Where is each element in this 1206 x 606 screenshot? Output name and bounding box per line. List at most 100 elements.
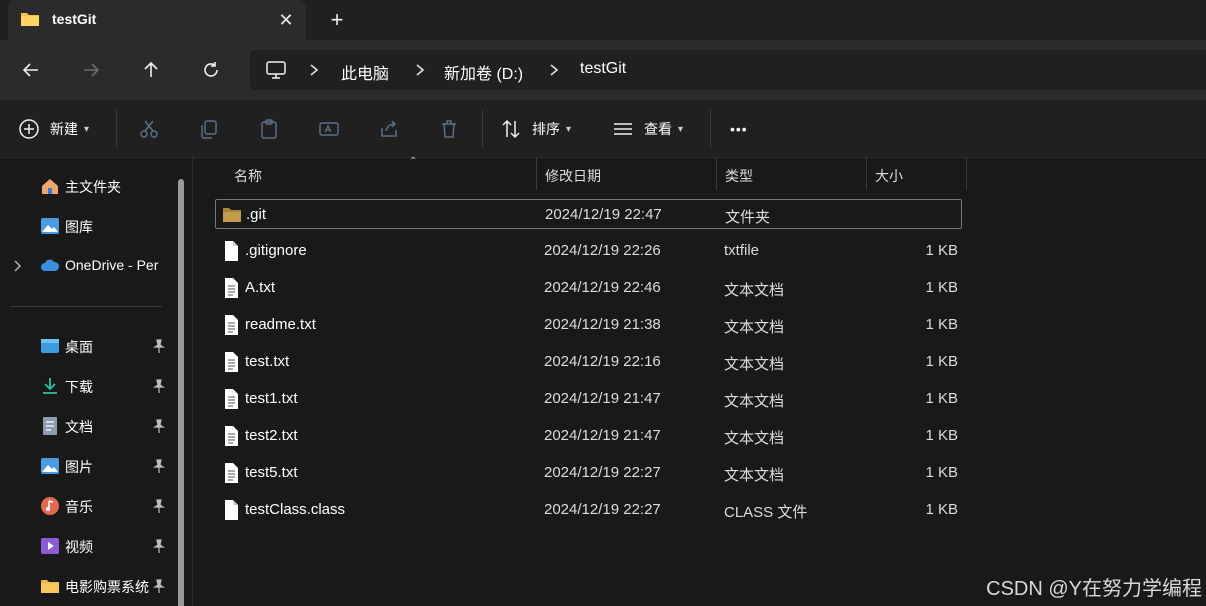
column-header-label: 名称 bbox=[234, 168, 262, 184]
sort-icon bbox=[502, 119, 520, 139]
pin-icon[interactable] bbox=[152, 378, 166, 394]
chevron-right-icon bbox=[550, 64, 559, 76]
folder-icon bbox=[21, 13, 39, 26]
file-row[interactable]: test5.txt 2024/12/19 22:27 文本文档 1 KB bbox=[215, 458, 962, 488]
file-date: 2024/12/19 22:16 bbox=[544, 353, 661, 370]
file-size: 1 KB bbox=[925, 316, 958, 333]
file-icon bbox=[225, 241, 238, 261]
clipboard-icon bbox=[261, 119, 277, 139]
up-button[interactable] bbox=[136, 55, 166, 85]
pin-icon[interactable] bbox=[152, 498, 166, 514]
tab-title: testGit bbox=[52, 11, 97, 27]
more-options-button[interactable]: ••• bbox=[730, 114, 748, 144]
column-header-label: 类型 bbox=[725, 168, 753, 184]
refresh-button[interactable] bbox=[196, 55, 226, 85]
pin-icon[interactable] bbox=[152, 538, 166, 554]
pin-icon[interactable] bbox=[152, 338, 166, 354]
toolbar-divider bbox=[482, 110, 483, 148]
plus-circle-icon bbox=[19, 119, 39, 139]
arrow-left-icon bbox=[22, 63, 38, 77]
sidebar-item-home[interactable]: 主文件夹 bbox=[0, 166, 178, 206]
view-button[interactable]: 查看 ▾ bbox=[612, 114, 683, 144]
cloud-icon bbox=[41, 259, 60, 271]
music-icon bbox=[41, 497, 59, 515]
file-type: 文本文档 bbox=[724, 393, 785, 410]
file-date: 2024/12/19 22:46 bbox=[544, 279, 661, 296]
column-header-type[interactable]: 类型 bbox=[717, 158, 867, 190]
view-label: 查看 bbox=[644, 121, 672, 137]
file-list: 名称 ⌃ 修改日期 类型 大小 .git 2024/12/19 22:47 文件… bbox=[193, 156, 1206, 606]
file-date: 2024/12/19 21:38 bbox=[544, 316, 661, 333]
sidebar-item-label: OneDrive - Per bbox=[65, 257, 159, 273]
chevron-right-icon[interactable] bbox=[12, 258, 24, 274]
sidebar-scrollbar[interactable] bbox=[178, 179, 184, 606]
file-name: test2.txt bbox=[245, 427, 298, 444]
column-header-name[interactable]: 名称 ⌃ bbox=[226, 156, 537, 190]
column-header-size[interactable]: 大小 bbox=[867, 158, 967, 190]
close-icon[interactable]: ✕ bbox=[274, 9, 298, 31]
breadcrumb-this-pc[interactable]: 此电脑 bbox=[341, 60, 389, 84]
sort-button[interactable]: 排序 ▾ bbox=[500, 114, 571, 144]
pin-icon[interactable] bbox=[152, 458, 166, 474]
sort-label: 排序 bbox=[532, 121, 560, 137]
sidebar-item-gallery[interactable]: 图库 bbox=[0, 206, 178, 246]
arrow-right-icon bbox=[84, 63, 100, 77]
navigation-pane: 主文件夹 图库 OneDrive - Per 桌面 下载 文档 图片 音乐 视频 bbox=[0, 158, 192, 606]
tab-testgit[interactable]: testGit ✕ bbox=[8, 0, 306, 40]
file-row[interactable]: test.txt 2024/12/19 22:16 文本文档 1 KB bbox=[215, 347, 962, 377]
forward-button[interactable] bbox=[76, 55, 106, 85]
file-row[interactable]: testClass.class 2024/12/19 22:27 CLASS 文… bbox=[215, 495, 962, 525]
toolbar-divider bbox=[116, 110, 117, 148]
file-row[interactable]: A.txt 2024/12/19 22:46 文本文档 1 KB bbox=[215, 273, 962, 303]
file-type: 文本文档 bbox=[724, 282, 785, 299]
file-row[interactable]: test1.txt 2024/12/19 21:47 文本文档 1 KB bbox=[215, 384, 962, 414]
file-size: 1 KB bbox=[925, 242, 958, 259]
cut-button[interactable] bbox=[138, 114, 160, 144]
file-row[interactable]: readme.txt 2024/12/19 21:38 文本文档 1 KB bbox=[215, 310, 962, 340]
video-icon bbox=[41, 538, 59, 554]
desktop-icon bbox=[41, 339, 59, 353]
new-button[interactable]: 新建 ▾ bbox=[18, 114, 89, 144]
file-name: test1.txt bbox=[245, 390, 298, 407]
sidebar-item-pictures[interactable]: 图片 bbox=[0, 446, 178, 486]
command-bar: 新建 ▾ 排序 ▾ 查看 ▾ ••• bbox=[0, 100, 1206, 158]
sidebar-item-music[interactable]: 音乐 bbox=[0, 486, 178, 526]
file-type: 文本文档 bbox=[724, 356, 785, 373]
breadcrumb-drive[interactable]: 新加卷 (D:) bbox=[444, 60, 523, 84]
sidebar-item-desktop[interactable]: 桌面 bbox=[0, 326, 178, 366]
file-type: 文本文档 bbox=[724, 430, 785, 447]
rename-button[interactable] bbox=[318, 114, 340, 144]
paste-button[interactable] bbox=[258, 114, 280, 144]
file-row[interactable]: .gitignore 2024/12/19 22:26 txtfile 1 KB bbox=[215, 236, 962, 266]
file-type: txtfile bbox=[724, 242, 760, 259]
share-button[interactable] bbox=[378, 114, 400, 144]
sidebar-item-downloads[interactable]: 下载 bbox=[0, 366, 178, 406]
copy-button[interactable] bbox=[198, 114, 220, 144]
back-button[interactable] bbox=[16, 55, 46, 85]
pin-icon[interactable] bbox=[152, 418, 166, 434]
file-date: 2024/12/19 22:47 bbox=[545, 206, 662, 223]
file-row[interactable]: test2.txt 2024/12/19 21:47 文本文档 1 KB bbox=[215, 421, 962, 451]
folder-icon bbox=[223, 208, 241, 222]
breadcrumb-folder[interactable]: testGit bbox=[580, 60, 626, 78]
delete-button[interactable] bbox=[438, 114, 460, 144]
file-row[interactable]: .git 2024/12/19 22:47 文件夹 bbox=[215, 199, 962, 229]
new-tab-button[interactable]: + bbox=[324, 8, 350, 32]
file-type: 文本文档 bbox=[724, 319, 785, 336]
computer-icon bbox=[266, 61, 286, 79]
file-name: .gitignore bbox=[245, 242, 307, 259]
sidebar-item-movie-ticket[interactable]: 电影购票系统 bbox=[0, 566, 178, 606]
text-file-icon bbox=[225, 278, 238, 298]
file-icon bbox=[225, 500, 238, 520]
refresh-icon bbox=[204, 62, 218, 77]
file-type: 文件夹 bbox=[725, 209, 771, 226]
pin-icon[interactable] bbox=[152, 578, 166, 594]
address-bar[interactable]: 此电脑 新加卷 (D:) testGit bbox=[250, 50, 1206, 90]
sidebar-item-documents[interactable]: 文档 bbox=[0, 406, 178, 446]
sidebar-item-videos[interactable]: 视频 bbox=[0, 526, 178, 566]
document-icon bbox=[43, 417, 57, 435]
sidebar-item-onedrive[interactable]: OneDrive - Per bbox=[0, 246, 178, 286]
text-file-icon bbox=[225, 315, 238, 335]
file-name: test5.txt bbox=[245, 464, 298, 481]
column-header-date[interactable]: 修改日期 bbox=[537, 158, 717, 190]
